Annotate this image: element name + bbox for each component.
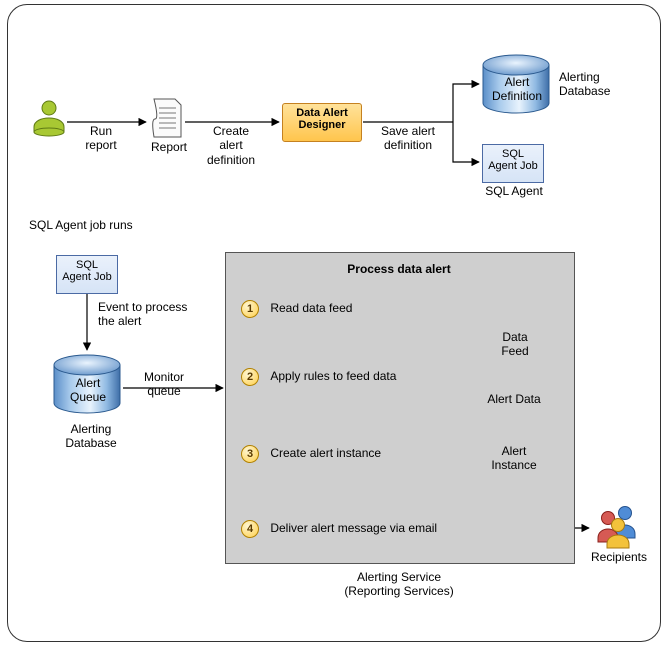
create-def-label: Create alert definition <box>196 124 266 167</box>
job-runs-label: SQL Agent job runs <box>29 218 133 232</box>
diagram-frame: Run report Report Create alert definitio… <box>1 0 666 645</box>
alert-instance-label: Alert Instance <box>488 444 540 473</box>
sql-agent-label: SQL Agent <box>479 184 549 198</box>
event-text-label: Event to process the alert <box>98 300 208 329</box>
sql-agent-job-top-box: SQL Agent Job <box>482 144 544 183</box>
run-report-label: Run report <box>71 124 131 153</box>
step3-text: Create alert instance <box>270 446 381 460</box>
process-title: Process data alert <box>225 262 573 276</box>
step1-row: 1 Read data feed <box>241 300 352 318</box>
step1-text: Read data feed <box>270 301 352 315</box>
report-label: Report <box>151 140 187 154</box>
save-def-label: Save alert definition <box>369 124 447 153</box>
process-box <box>225 252 575 564</box>
data-alert-designer-box: Data Alert Designer <box>282 103 362 142</box>
step1-num: 1 <box>241 300 259 318</box>
alerting-db-mid-label: Alerting Database <box>56 422 126 451</box>
sql-agent-job-mid-box: SQL Agent Job <box>56 255 118 294</box>
alert-definition-label: Alert Definition <box>491 75 543 104</box>
step2-num: 2 <box>241 368 259 386</box>
step4-row: 4 Deliver alert message via email <box>241 520 437 538</box>
step4-text: Deliver alert message via email <box>270 521 437 535</box>
alert-data-label: Alert Data <box>485 392 543 406</box>
alerting-db-top-label: Alerting Database <box>559 70 619 99</box>
alerting-service-caption: Alerting Service (Reporting Services) <box>225 570 573 599</box>
data-feed-label: Data Feed <box>487 330 543 359</box>
step3-num: 3 <box>241 445 259 463</box>
recipients-label: Recipients <box>589 550 649 564</box>
alert-queue-label: Alert Queue <box>63 376 113 405</box>
step4-num: 4 <box>241 520 259 538</box>
monitor-queue-label: Monitor queue <box>134 370 194 399</box>
step2-text: Apply rules to feed data <box>270 369 396 383</box>
step2-row: 2 Apply rules to feed data <box>241 368 396 386</box>
step3-row: 3 Create alert instance <box>241 445 381 463</box>
